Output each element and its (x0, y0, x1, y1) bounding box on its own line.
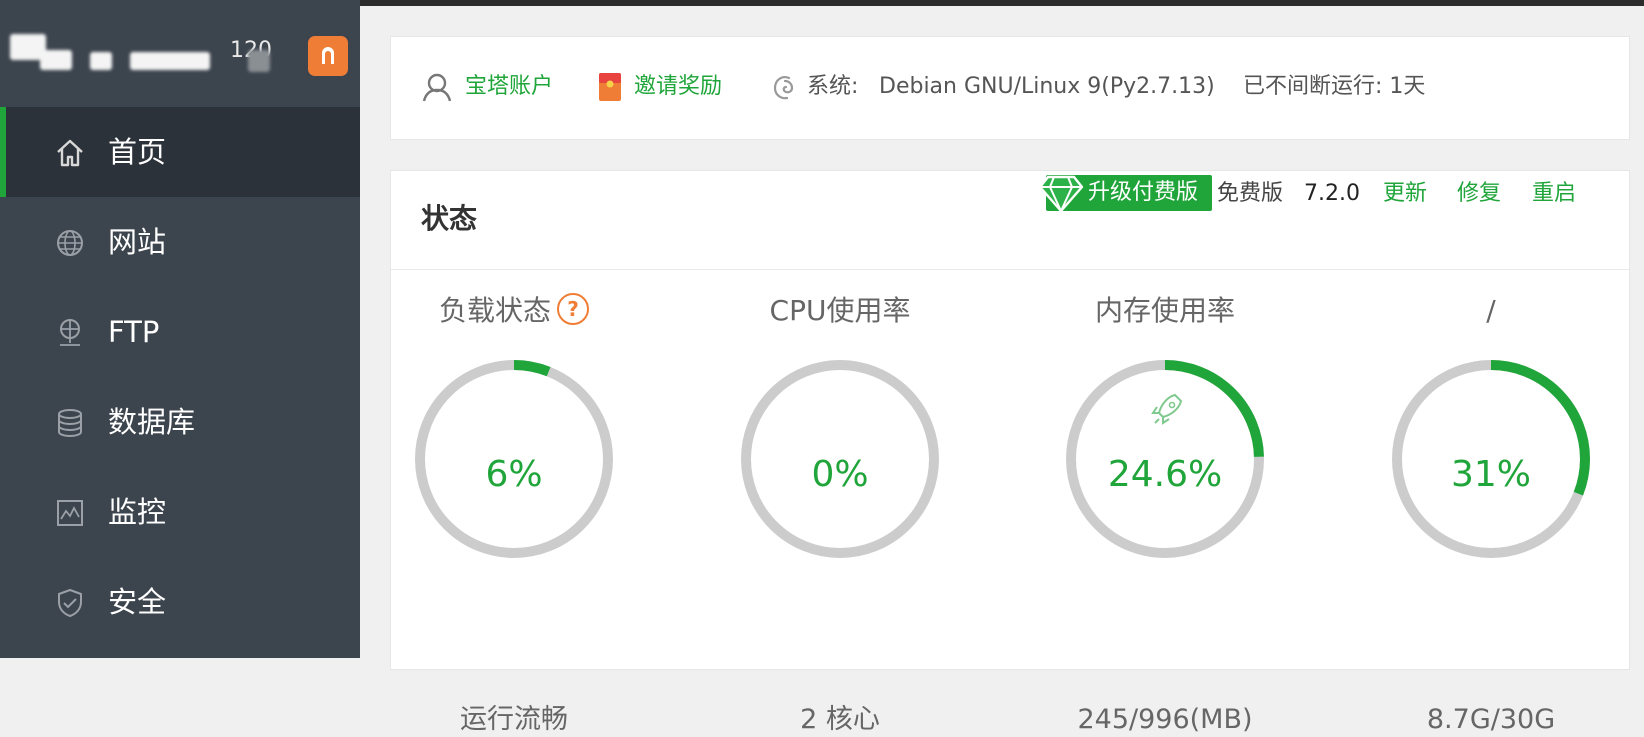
gauge-value: 31% (1450, 454, 1531, 495)
upgrade-label: 升级付费版 (1088, 180, 1199, 205)
message-badge[interactable] (308, 36, 348, 76)
sidebar: 120 首页 网站 FTP (0, 0, 360, 658)
sidebar-item-label: 监控 (108, 495, 167, 529)
rocket-icon[interactable] (1151, 393, 1183, 425)
gauge-subtext: 8.7G/30G (1426, 704, 1556, 735)
info-bar: 宝塔账户 邀请奖励 系统: Debian GNU/Linux 9(Py2.7.1… (390, 36, 1630, 140)
debian-icon (773, 76, 794, 100)
home-icon (57, 139, 83, 167)
gauge-subtext: 2 核心 (800, 704, 880, 735)
sidebar-item-security[interactable]: 安全 (0, 557, 360, 647)
sidebar-nav: 首页 网站 FTP 数据库 监控 安全 (0, 107, 360, 647)
sidebar-item-home[interactable]: 首页 (0, 107, 360, 197)
blurred-ip (248, 50, 270, 72)
ftp-icon (60, 319, 80, 346)
gauge-subtext: 运行流畅 (460, 704, 568, 735)
blurred-hostname (40, 50, 72, 70)
monitor-icon (57, 500, 83, 526)
gauge-title: CPU使用率 (769, 294, 911, 327)
sidebar-item-monitor[interactable]: 监控 (0, 467, 360, 557)
upgrade-button[interactable]: 升级付费版 (1038, 175, 1212, 213)
gauge-title: 负载状态? (394, 293, 634, 329)
sidebar-item-label: 数据库 (108, 405, 196, 439)
sidebar-item-label: 网站 (108, 225, 167, 259)
sidebar-item-ftp[interactable]: FTP (0, 287, 360, 377)
uptime-text: 已不间断运行: 1天 (1243, 74, 1426, 99)
version-number: 7.2.0 (1304, 181, 1360, 206)
gift-icon (599, 73, 621, 101)
gauge-title: / (1486, 294, 1496, 327)
sidebar-item-label: 首页 (108, 135, 167, 169)
gauge-memory[interactable]: 内存使用率 24.6% 245/996(MB) (1045, 291, 1285, 735)
sidebar-item-website[interactable]: 网站 (0, 197, 360, 287)
sidebar-item-label: FTP (108, 315, 160, 349)
gauge-title: 内存使用率 (1094, 294, 1235, 327)
status-panel: 状态 升级付费版 免费版 7.2.0 更新 修复 重启 负载状态? 6% 运行流… (390, 170, 1630, 735)
sidebar-item-database[interactable]: 数据库 (0, 377, 360, 467)
sidebar-item-label: 安全 (108, 585, 167, 619)
gauge-value: 0% (811, 454, 869, 495)
status-title: 状态 (421, 202, 478, 235)
diamond-icon (1038, 175, 1084, 213)
gauge-load[interactable]: 负载状态? 6% 运行流畅 (394, 291, 634, 735)
gauge-value: 6% (485, 454, 543, 495)
help-icon[interactable]: ? (557, 293, 589, 325)
database-icon (58, 409, 82, 437)
invite-reward-link[interactable]: 邀请奖励 (634, 73, 722, 101)
gauge-cpu[interactable]: CPU使用率 0% 2 核心 (720, 291, 960, 735)
blurred-hostname (130, 52, 210, 70)
sidebar-header: 120 (0, 0, 360, 108)
gauge-disk[interactable]: / 31% 8.7G/30G (1371, 291, 1611, 735)
gauge-subtext: 245/996(MB) (1077, 704, 1253, 735)
shield-icon (58, 588, 82, 618)
update-link[interactable]: 更新 (1383, 181, 1427, 207)
restart-link[interactable]: 重启 (1532, 181, 1576, 207)
bell-icon (322, 47, 334, 64)
user-icon (422, 73, 452, 102)
status-header: 状态 升级付费版 免费版 7.2.0 更新 修复 重启 (391, 171, 1629, 270)
gauge-value: 24.6% (1107, 454, 1223, 495)
edition-label: 免费版 (1217, 181, 1284, 206)
globe-icon (57, 230, 83, 256)
account-link[interactable]: 宝塔账户 (465, 73, 553, 101)
system-value: Debian GNU/Linux 9(Py2.7.13) (879, 74, 1215, 99)
blurred-hostname (90, 52, 112, 70)
system-label: 系统: (807, 74, 859, 99)
repair-link[interactable]: 修复 (1457, 181, 1501, 207)
